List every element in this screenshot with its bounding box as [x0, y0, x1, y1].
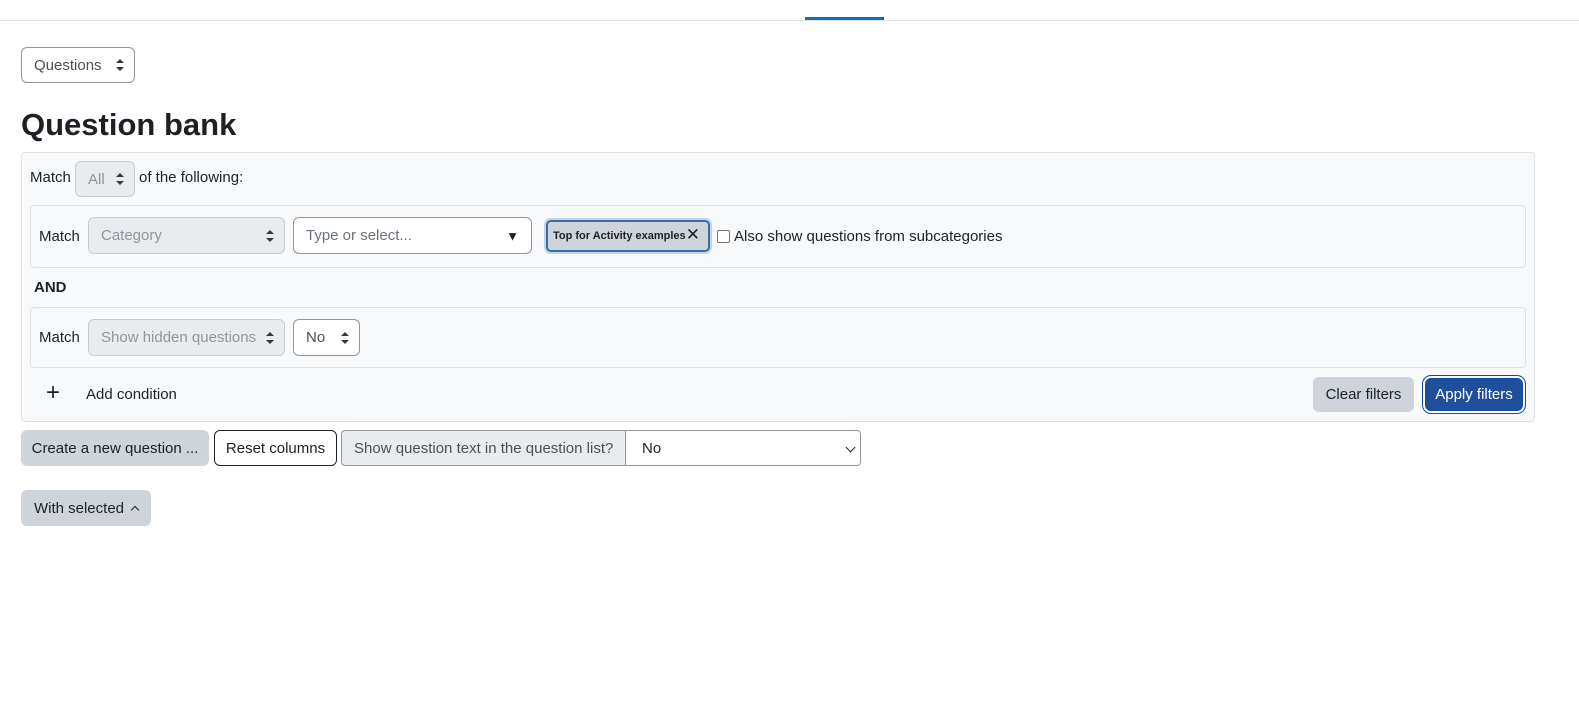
- chip-label: Top for Activity examples: [553, 230, 686, 242]
- apply-filters-button[interactable]: Apply filters: [1425, 378, 1523, 411]
- condition-field-select[interactable]: Category: [88, 217, 285, 254]
- reset-columns-button[interactable]: Reset columns: [214, 430, 337, 466]
- category-autocomplete-input[interactable]: Type or select... ▼: [293, 217, 532, 254]
- view-select[interactable]: Questions: [21, 47, 135, 83]
- condition-match-label: Match: [39, 228, 80, 245]
- condition-field-value: Show hidden questions: [101, 329, 257, 346]
- filter-panel: [21, 152, 1535, 422]
- selected-category-chip[interactable]: Top for Activity examples ✕: [546, 220, 710, 252]
- subcategories-checkbox[interactable]: [717, 230, 730, 243]
- condition-field-select[interactable]: Show hidden questions: [88, 319, 285, 356]
- subcategories-label: Also show questions from subcategories: [734, 228, 1003, 245]
- page-title: Question bank: [21, 107, 237, 142]
- dropdown-arrow-icon[interactable]: ▼: [506, 228, 519, 243]
- select-caret-icon: [116, 173, 124, 185]
- create-question-button[interactable]: Create a new question ...: [21, 430, 209, 466]
- chevron-up-icon: [130, 505, 140, 515]
- and-label: AND: [34, 279, 67, 296]
- show-question-text-group: Show question text in the question list?…: [341, 430, 861, 466]
- close-icon[interactable]: ✕: [686, 225, 700, 245]
- of-following-label: of the following:: [139, 169, 244, 186]
- active-tab-indicator: [805, 17, 884, 20]
- match-join-value: All: [88, 170, 105, 188]
- with-selected-button[interactable]: With selected: [21, 490, 151, 526]
- plus-icon[interactable]: +: [46, 379, 60, 407]
- condition-field-value: Category: [101, 227, 162, 244]
- select-caret-icon: [266, 331, 274, 344]
- chevron-down-icon: [845, 442, 856, 453]
- show-question-text-value: No: [642, 439, 662, 457]
- show-question-text-label: Show question text in the question list?: [341, 430, 625, 466]
- hidden-value-select[interactable]: No: [293, 319, 360, 356]
- match-join-select[interactable]: All: [75, 161, 135, 197]
- select-caret-icon: [266, 229, 274, 242]
- show-question-text-select[interactable]: No: [625, 430, 861, 466]
- condition-match-label: Match: [39, 329, 80, 346]
- match-label: Match: [30, 169, 71, 186]
- with-selected-label: With selected: [33, 499, 125, 517]
- select-caret-icon: [116, 59, 124, 71]
- hidden-value: No: [306, 329, 326, 346]
- tab-bar-divider: [0, 20, 1579, 21]
- select-caret-icon: [341, 331, 349, 344]
- clear-filters-button[interactable]: Clear filters: [1313, 377, 1414, 412]
- add-condition-button[interactable]: Add condition: [86, 386, 177, 403]
- autocomplete-placeholder: Type or select...: [306, 227, 412, 244]
- view-select-value: Questions: [34, 56, 102, 74]
